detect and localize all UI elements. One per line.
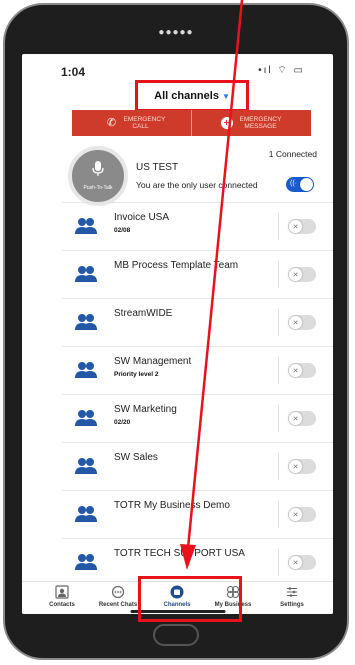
- channel-row[interactable]: SW Management Priority level 2 ✕: [22, 346, 333, 394]
- channel-toggle[interactable]: ✕: [288, 315, 316, 330]
- emergency-call-button[interactable]: ✆ EMERGENCY CALL: [72, 110, 192, 136]
- channel-selector-label: All channels: [154, 90, 219, 102]
- channel-toggle[interactable]: ✕: [288, 363, 316, 378]
- app-screen: 1:04 •ıl ⌔ ▭ All channels ▼ ✆ EMERGENCY …: [22, 54, 333, 614]
- settings-icon: [285, 585, 299, 599]
- emergency-call-label: EMERGENCY CALL: [123, 116, 166, 130]
- group-icon: [74, 505, 98, 523]
- channel-name: SW Marketing: [114, 404, 177, 415]
- channels-tab-highlight: [138, 576, 242, 622]
- channel-toggle[interactable]: ✕: [288, 507, 316, 522]
- group-icon: [74, 361, 98, 379]
- channel-name: StreamWIDE: [114, 308, 173, 319]
- phone-icon: ✆: [106, 116, 117, 129]
- home-button[interactable]: [153, 624, 199, 646]
- close-icon: ✕: [289, 364, 302, 377]
- group-icon: [74, 265, 98, 283]
- speaker-grille: ●●●●●: [158, 27, 194, 38]
- caret-down-icon: ▼: [221, 91, 230, 101]
- channel-name: SW Sales: [114, 452, 158, 463]
- tab-contacts[interactable]: Contacts: [32, 585, 92, 608]
- current-channel-name: US TEST: [136, 162, 179, 173]
- close-icon: ✕: [289, 316, 302, 329]
- tab-contacts-label: Contacts: [49, 602, 75, 608]
- channel-toggle[interactable]: ✕: [288, 411, 316, 426]
- close-icon: ✕: [289, 460, 302, 473]
- channel-toggle[interactable]: ✕: [288, 459, 316, 474]
- channel-row[interactable]: MB Process Template Team ✕: [22, 250, 333, 298]
- status-icons: •ıl ⌔ ▭: [258, 65, 305, 76]
- group-icon: [74, 553, 98, 571]
- channel-row[interactable]: Invoice USA 02/08 ✕: [22, 202, 333, 250]
- channel-toggle[interactable]: ✕: [288, 555, 316, 570]
- channel-row[interactable]: TOTR My Business Demo ✕: [22, 490, 333, 538]
- channel-sub: Priority level 2: [114, 371, 159, 378]
- group-icon: [74, 217, 98, 235]
- emergency-message-button[interactable]: + EMERGENCY MESSAGE: [192, 110, 311, 136]
- phone-frame: ●●●●● 1:04 •ıl ⌔ ▭ All channels ▼ ✆ EMER…: [3, 3, 349, 660]
- chat-icon: [111, 585, 125, 599]
- close-icon: ✕: [289, 220, 302, 233]
- channel-name: TOTR My Business Demo: [114, 500, 230, 511]
- group-icon: [74, 313, 98, 331]
- channel-selector[interactable]: All channels ▼: [135, 80, 249, 112]
- close-icon: ✕: [289, 268, 302, 281]
- channel-row[interactable]: SW Sales ✕: [22, 442, 333, 490]
- contacts-icon: [55, 585, 69, 599]
- close-icon: ✕: [289, 508, 302, 521]
- tab-recent-chats-label: Recent Chats: [98, 602, 138, 608]
- channel-toggle[interactable]: ✕: [288, 267, 316, 282]
- close-icon: ✕: [289, 412, 302, 425]
- plus-icon: +: [220, 117, 233, 129]
- channel-row[interactable]: SW Marketing 02/20 ✕: [22, 394, 333, 442]
- channel-name: Invoice USA: [114, 212, 170, 223]
- tab-settings[interactable]: Settings: [262, 585, 322, 608]
- tab-settings-label: Settings: [280, 602, 304, 608]
- microphone-icon: [92, 161, 104, 181]
- group-icon: [74, 409, 98, 427]
- channel-name: SW Management: [114, 356, 192, 367]
- emergency-bar: ✆ EMERGENCY CALL + EMERGENCY MESSAGE: [72, 110, 311, 136]
- channel-sub: 02/20: [114, 419, 131, 426]
- close-icon: ✕: [289, 556, 302, 569]
- push-to-talk-button[interactable]: Push-To-Talk: [68, 146, 128, 206]
- push-to-talk-label: Push-To-Talk: [83, 185, 113, 191]
- channel-name: TOTR TECH SUPPORT USA: [114, 548, 245, 559]
- channel-name: MB Process Template Team: [114, 260, 239, 271]
- connected-count: 1 Connected: [268, 149, 317, 159]
- current-channel-toggle[interactable]: ((·: [286, 177, 314, 192]
- current-channel-subtitle: You are the only user connected: [136, 180, 258, 190]
- channel-sub: 02/08: [114, 227, 131, 234]
- talk-icon: ((·: [290, 180, 297, 187]
- emergency-message-label: EMERGENCY MESSAGE: [239, 116, 282, 130]
- toggle-knob: [300, 178, 313, 191]
- group-icon: [74, 457, 98, 475]
- channel-toggle[interactable]: ✕: [288, 219, 316, 234]
- channel-row[interactable]: StreamWIDE ✕: [22, 298, 333, 346]
- status-time: 1:04: [61, 65, 86, 79]
